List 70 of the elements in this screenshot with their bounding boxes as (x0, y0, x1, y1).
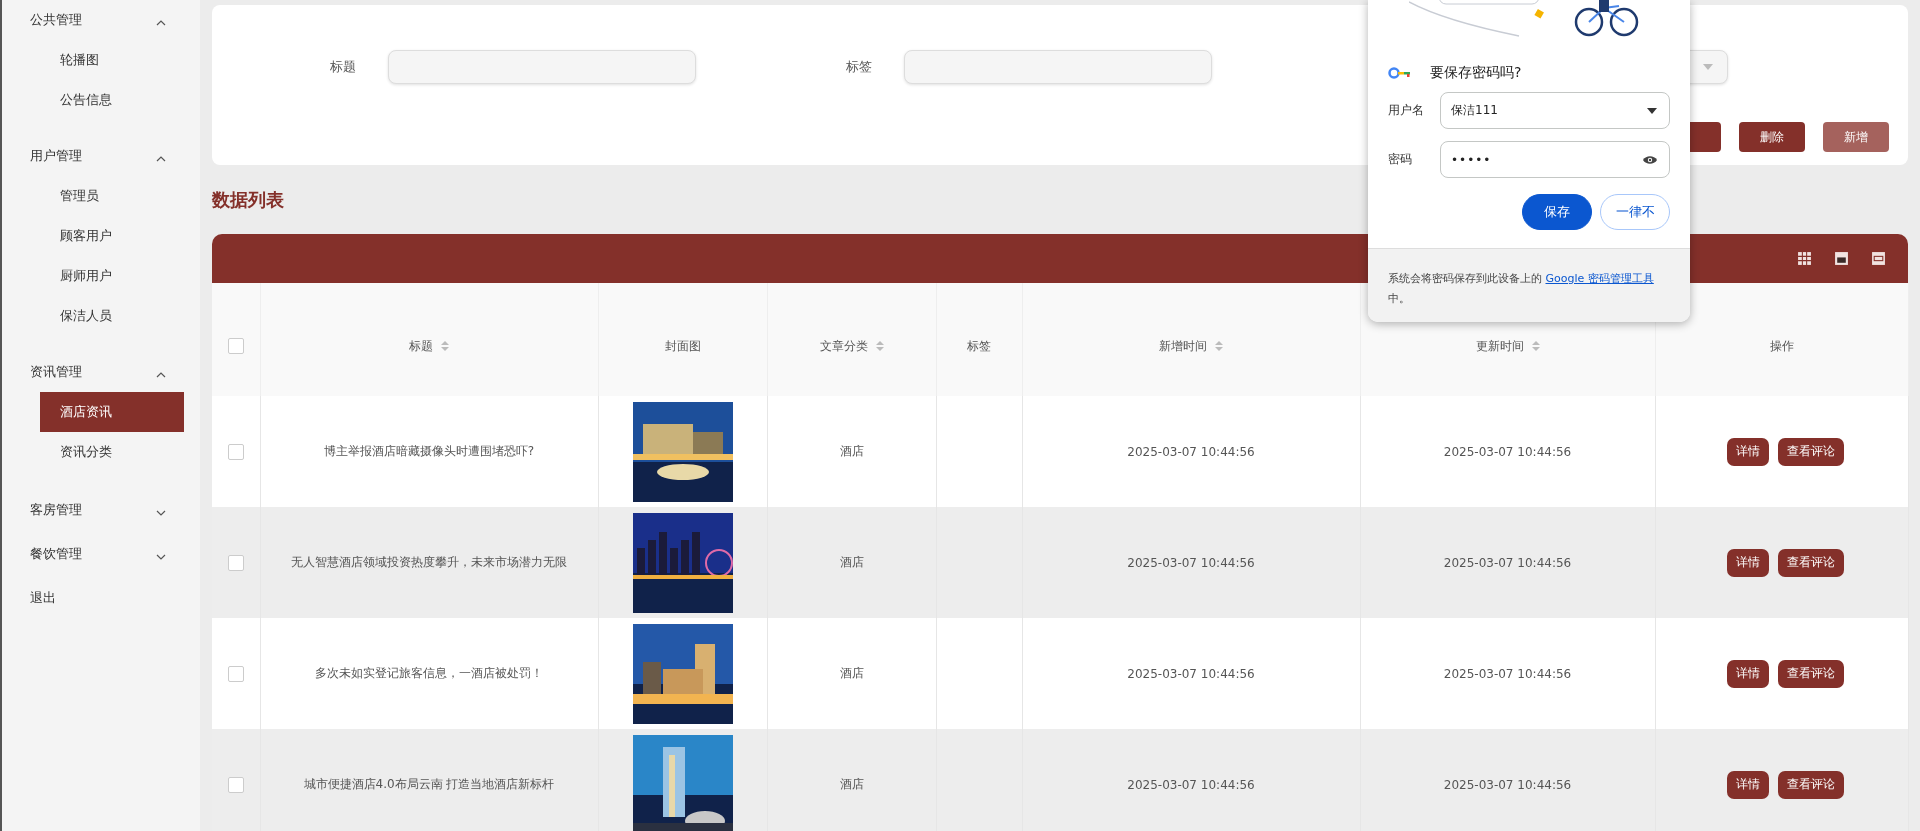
row-action-button[interactable]: 详情 (1727, 770, 1769, 799)
menu-item[interactable]: 厨师用户 (40, 256, 184, 296)
row-action-button[interactable]: 查看评论 (1778, 437, 1844, 466)
checkbox[interactable] (227, 338, 244, 354)
field-label: 标题 (330, 58, 357, 76)
export-icon[interactable] (1834, 251, 1849, 266)
eye-icon[interactable] (1643, 154, 1657, 165)
table-cell: 2025-03-07 10:44:56 (1022, 729, 1360, 831)
table-cell: 城市便捷酒店4.0布局云南 打造当地酒店新标杆 (260, 729, 598, 831)
input-field[interactable] (904, 50, 1212, 84)
chevron-icon (156, 510, 166, 516)
menu-item[interactable]: 顾客用户 (40, 216, 184, 256)
caret-icon (1647, 107, 1657, 114)
menu-group[interactable]: 用户管理 (2, 136, 200, 176)
menu-item[interactable]: 保洁人员 (40, 296, 184, 336)
caret-icon (1703, 64, 1713, 70)
action-button[interactable]: 新增 (1823, 122, 1889, 152)
column-header: 封面图 (664, 337, 701, 355)
sort-icon[interactable] (1215, 341, 1223, 351)
checkbox[interactable] (227, 443, 244, 460)
chevron-icon (156, 372, 166, 378)
column-header: 文章分类 (819, 337, 868, 355)
row-action-button[interactable]: 查看评论 (1778, 548, 1844, 577)
key-icon (1388, 67, 1412, 79)
password-field[interactable]: ••••• (1440, 141, 1670, 178)
menu-item[interactable]: 资讯分类 (40, 432, 184, 472)
menu-group[interactable]: 资讯管理 (2, 352, 200, 392)
username-field[interactable]: 保洁111 (1440, 92, 1670, 129)
footer-note: 系统会将密码保存到此设备上的 Google 密码管理工具 中。 (1388, 271, 1655, 307)
print-icon[interactable] (1871, 251, 1886, 266)
sort-icon[interactable] (441, 341, 449, 351)
sort-icon[interactable] (875, 341, 884, 351)
column-header: 新增时间 (1159, 337, 1207, 355)
menu-group[interactable]: 公共管理 (2, 0, 200, 40)
checkbox[interactable] (227, 776, 244, 793)
table-cell: 酒店 (767, 729, 936, 831)
column-header: 标签 (967, 337, 991, 355)
chevron-icon (156, 20, 166, 26)
dialog-button[interactable]: 保存 (1522, 194, 1592, 230)
field-label: 用户名 (1388, 102, 1425, 119)
menu-item[interactable]: 轮播图 (40, 40, 184, 80)
column-header: 更新时间 (1475, 337, 1524, 355)
row-action-button[interactable]: 查看评论 (1778, 770, 1844, 799)
checkbox[interactable] (227, 554, 244, 571)
columns-icon[interactable] (1797, 251, 1812, 266)
input-field[interactable] (388, 50, 696, 84)
table-cell: 2025-03-07 10:44:56 (1360, 729, 1655, 831)
menu-item[interactable]: 管理员 (40, 176, 184, 216)
row-action-button[interactable]: 查看评论 (1778, 659, 1844, 688)
dialog-title: 要保存密码吗? (1430, 64, 1522, 82)
menu-group[interactable]: 餐饮管理 (2, 532, 200, 576)
sort-icon[interactable] (1531, 341, 1540, 351)
field-label: 密码 (1388, 151, 1413, 168)
row-action-button[interactable]: 详情 (1727, 548, 1769, 577)
password-manager-link[interactable]: Google 密码管理工具 (1545, 272, 1654, 285)
logout-link[interactable]: 退出 (2, 576, 200, 620)
row-action-button[interactable]: 详情 (1727, 659, 1769, 688)
menu-group[interactable]: 客房管理 (2, 488, 200, 532)
row-action-button[interactable]: 详情 (1727, 437, 1769, 466)
checkbox[interactable] (227, 665, 244, 682)
chevron-icon (156, 554, 166, 560)
dialog-button[interactable]: 一律不 (1600, 194, 1670, 230)
menu-item[interactable]: 酒店资讯 (40, 392, 184, 432)
menu-item[interactable]: 公告信息 (40, 80, 184, 120)
chevron-icon (156, 156, 166, 162)
action-button[interactable]: 删除 (1739, 122, 1805, 152)
column-header: 操作 (1769, 337, 1794, 355)
field-label: 标签 (846, 58, 873, 76)
section-title: 数据列表 (212, 189, 285, 211)
column-header: 标题 (409, 337, 433, 355)
